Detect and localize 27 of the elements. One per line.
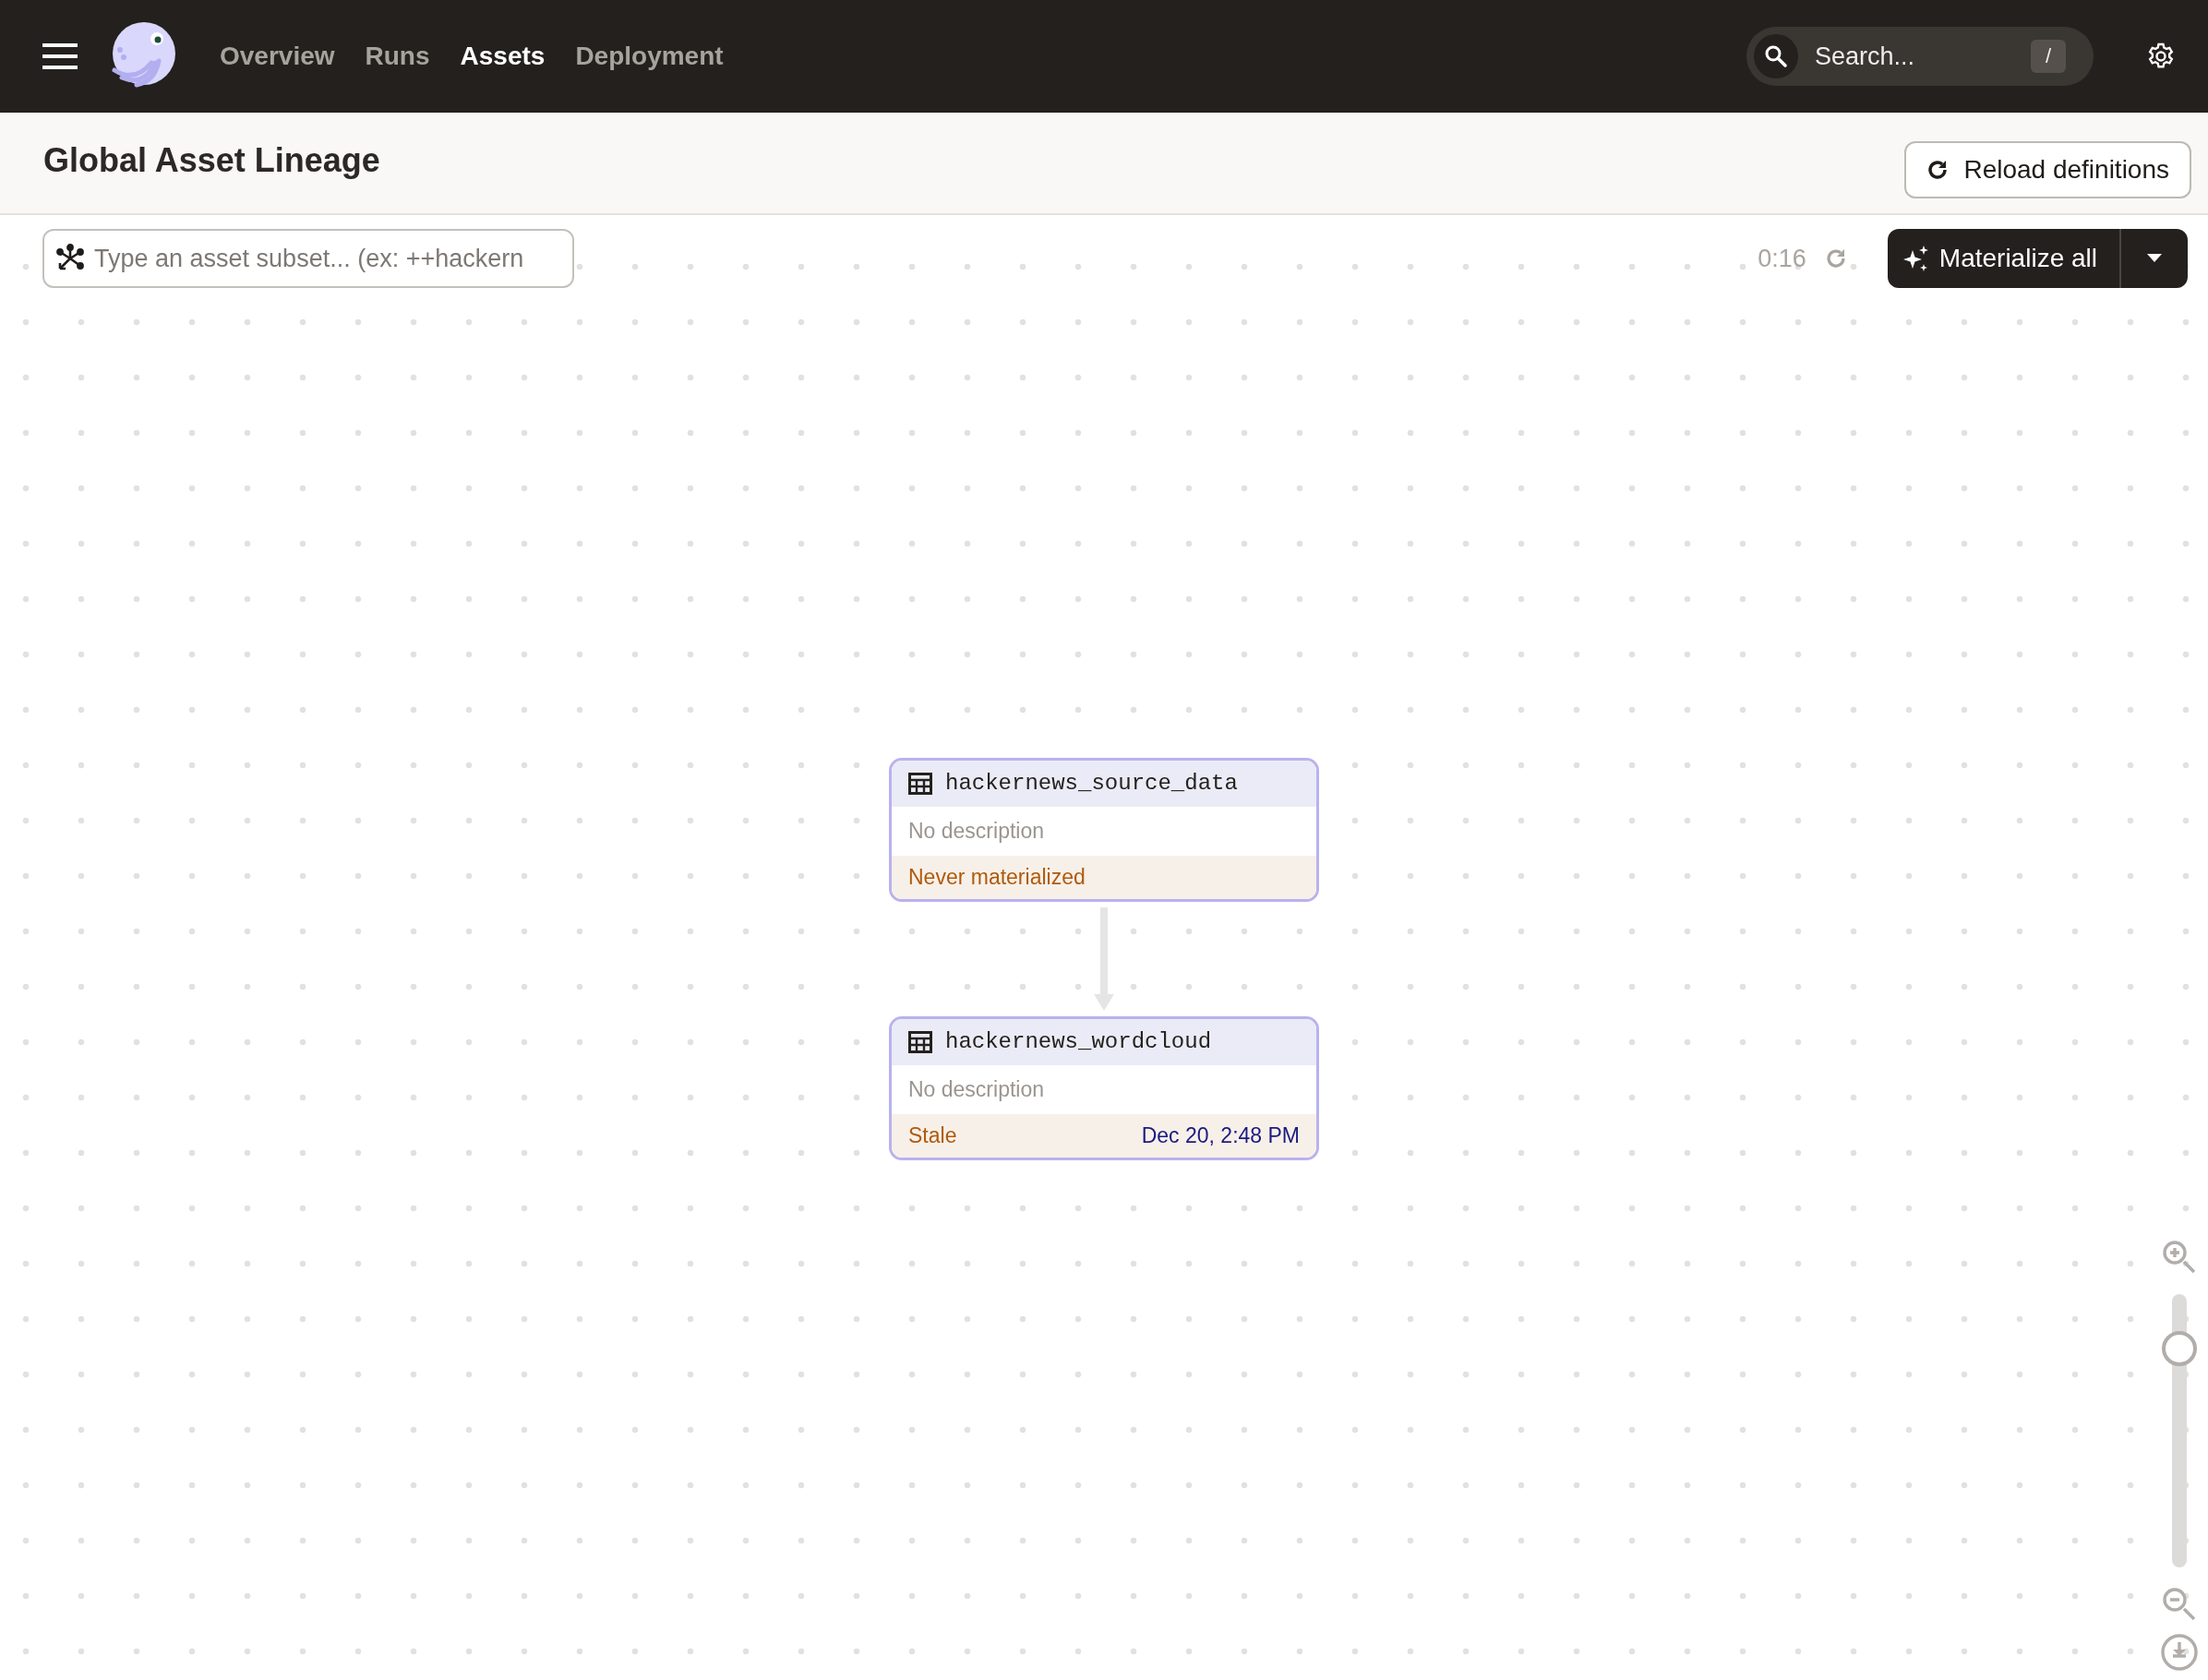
menu-icon[interactable] [42, 43, 78, 69]
table-icon [908, 1030, 932, 1053]
search-icon [1764, 44, 1788, 68]
zoom-out-icon[interactable] [2163, 1588, 2196, 1621]
refresh-icon [1926, 158, 1950, 181]
zoom-in-icon[interactable] [2163, 1241, 2196, 1274]
nav-tab[interactable]: Assets [460, 42, 546, 71]
caret-icon [2147, 254, 2162, 263]
asset-node[interactable]: hackernews_source_data No description Never materialized [889, 757, 1319, 902]
table-icon [908, 772, 932, 795]
refresh-icon[interactable] [1824, 247, 1847, 270]
asset-description: No description [908, 818, 1045, 844]
nav-tab[interactable]: Runs [365, 42, 430, 71]
zoom-slider-thumb[interactable] [2162, 1331, 2197, 1367]
refresh-countdown: 0:16 [1758, 244, 1806, 273]
nav-tab[interactable]: Deployment [575, 42, 724, 71]
materialized-timestamp[interactable]: Dec 20, 2:48 PM [1141, 1122, 1300, 1148]
asset-filter-field[interactable]: Type an asset subset... (ex: ++hackern [42, 229, 574, 288]
asset-description: No description [908, 1076, 1045, 1102]
asset-status: Never materialized [908, 864, 1086, 890]
nav-tab[interactable]: Overview [220, 42, 335, 71]
shortcut-key: / [2031, 40, 2066, 73]
reload-definitions-button[interactable]: Reload definitions [1904, 140, 2191, 198]
page-title: Global Asset Lineage [43, 140, 380, 180]
asset-status: Stale [908, 1122, 957, 1148]
download-icon[interactable] [2161, 1634, 2198, 1671]
settings-icon[interactable] [2147, 42, 2175, 70]
